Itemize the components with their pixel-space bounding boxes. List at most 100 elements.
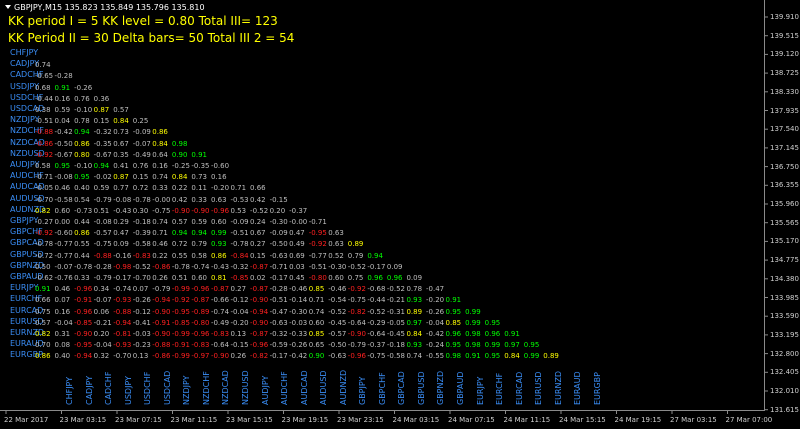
matrix-cell: -0.80 (308, 274, 327, 282)
matrix-cell: -0.52 (347, 262, 366, 271)
matrix-cell: -0.85 (230, 274, 249, 282)
matrix-cell: 0.42 (171, 195, 188, 204)
matrix-cell: -0.58 (54, 195, 73, 204)
time-tick-label: 23 Mar 11:15 (170, 416, 218, 424)
matrix-cell: -0.87 (250, 330, 269, 338)
matrix-cell: 0.97 (406, 318, 423, 327)
matrix-cell: 0.32 (93, 352, 110, 361)
price-tick-label: 133.195 (770, 330, 799, 339)
matrix-cell: -0.04 (426, 318, 445, 327)
matrix-cell: -0.05 (386, 318, 406, 327)
matrix-cell: -0.58 (132, 240, 151, 249)
matrix-cell: 0.57 (35, 318, 51, 327)
column-label-usdcad: USDCAD (162, 370, 172, 405)
matrix-cell: 0.86 (74, 139, 90, 148)
matrix-cell: -0.95 (171, 307, 190, 316)
matrix-cell: -0.94 (250, 307, 269, 316)
matrix-cell: 0.98 (465, 330, 481, 338)
matrix-cell: -0.87 (250, 262, 269, 271)
matrix-cell: -0.52 (250, 206, 269, 215)
matrix-cell: -0.26 (132, 296, 151, 305)
matrix-cell: -0.63 (328, 352, 347, 361)
matrix-cell: 0.60 (191, 274, 207, 282)
matrix-cell: -0.47 (426, 285, 445, 294)
matrix-cell: 0.02 (250, 274, 266, 282)
matrix-cell: 0.38 (35, 106, 51, 114)
matrix-cell: -0.18 (386, 341, 406, 350)
column-label-audcad: AUDCAD (299, 370, 309, 405)
matrix-cell: -0.92 (171, 296, 190, 305)
matrix-cell: -0.95 (74, 341, 93, 350)
matrix-cell: 0.45 (289, 274, 305, 282)
matrix-cell: -0.42 (289, 352, 308, 361)
column-label-cadchf: CADCHF (104, 371, 114, 405)
matrix-cell: 0.94 (93, 162, 110, 170)
dropdown-arrow-icon[interactable] (5, 5, 11, 9)
column-label-nzdjpy: NZDJPY (182, 375, 192, 405)
matrix-cell: 0.84 (406, 330, 423, 338)
matrix-cell: -0.00 (289, 218, 308, 226)
matrix-cell: 0.16 (152, 162, 168, 170)
matrix-cell: -0.99 (171, 352, 190, 361)
matrix-cell: 0.27 (230, 285, 247, 294)
column-label-nzdusd: NZDUSD (240, 370, 250, 405)
matrix-cell: -0.24 (426, 341, 445, 350)
matrix-cell: -0.72 (35, 251, 54, 260)
column-label-nzdchf: NZDCHF (201, 371, 211, 405)
matrix-cell: 0.06 (93, 307, 110, 316)
matrix-cell: -0.52 (328, 307, 347, 316)
price-tick-label: 135.960 (770, 200, 799, 208)
matrix-cell: -0.37 (289, 206, 308, 215)
matrix-cell: -0.52 (132, 262, 151, 271)
column-label-eurusd: EURUSD (534, 371, 544, 405)
matrix-cell: -0.75 (347, 296, 366, 305)
matrix-cell: -0.65 (35, 72, 54, 81)
matrix-cell: 0.93 (210, 240, 227, 249)
matrix-cell: -0.51 (230, 229, 249, 238)
matrix-cell: 0.95 (484, 318, 501, 327)
time-tick-label: 23 Mar 03:15 (59, 416, 107, 424)
matrix-cell: 0.63 (328, 229, 344, 238)
matrix-cell: -0.93 (113, 341, 132, 350)
matrix-cell: -0.45 (328, 318, 347, 327)
matrix-cell: 0.57 (113, 106, 129, 114)
matrix-cell: 0.16 (54, 307, 71, 316)
price-tick-label: 132.405 (770, 368, 799, 377)
matrix-cell: 0.20 (93, 330, 110, 338)
matrix-cell: -0.78 (132, 195, 151, 204)
time-tick-label: 22 Mar 2017 (4, 416, 49, 424)
matrix-cell: 0.94 (367, 251, 383, 260)
matrix-cell: 0.58 (35, 162, 51, 170)
matrix-cell: -0.39 (132, 229, 151, 238)
time-tick-label: 23 Mar 15:15 (226, 416, 273, 424)
matrix-cell: -0.73 (74, 206, 93, 215)
matrix-cell: 0.46 (54, 285, 71, 294)
matrix-cell: -0.77 (308, 251, 327, 260)
matrix-cell: 0.53 (230, 206, 247, 215)
time-tick-label: 23 Mar 07:15 (115, 416, 162, 424)
matrix-cell: -0.74 (113, 285, 132, 294)
matrix-cell: -0.84 (230, 251, 249, 260)
matrix-cell: -0.44 (35, 94, 54, 103)
matrix-cell: 0.96 (445, 330, 462, 338)
matrix-cell: -0.51 (35, 117, 54, 126)
matrix-cell: -0.75 (367, 352, 386, 361)
matrix-cell: 0.74 (308, 307, 325, 316)
matrix-cell: -0.87 (250, 285, 269, 294)
matrix-cell: -0.95 (308, 229, 327, 238)
matrix-cell: -0.17 (269, 274, 288, 282)
matrix-cell: 0.42 (250, 195, 266, 204)
matrix-cell: -0.88 (35, 128, 54, 137)
matrix-cell: 0.95 (523, 341, 540, 350)
matrix-cell: -0.78 (35, 240, 54, 249)
matrix-cell: -0.50 (54, 139, 73, 148)
matrix-cell: 0.47 (113, 229, 129, 238)
matrix-cell: 0.91 (35, 285, 51, 294)
matrix-cell: -0.94 (152, 296, 171, 305)
matrix-cell: -0.41 (132, 318, 151, 327)
matrix-cell: 0.16 (54, 94, 71, 103)
matrix-cell: 0.85 (445, 318, 462, 327)
matrix-cell: -0.75 (93, 240, 112, 249)
matrix-cell: -0.17 (367, 262, 386, 271)
matrix-cell: 0.78 (406, 285, 423, 294)
